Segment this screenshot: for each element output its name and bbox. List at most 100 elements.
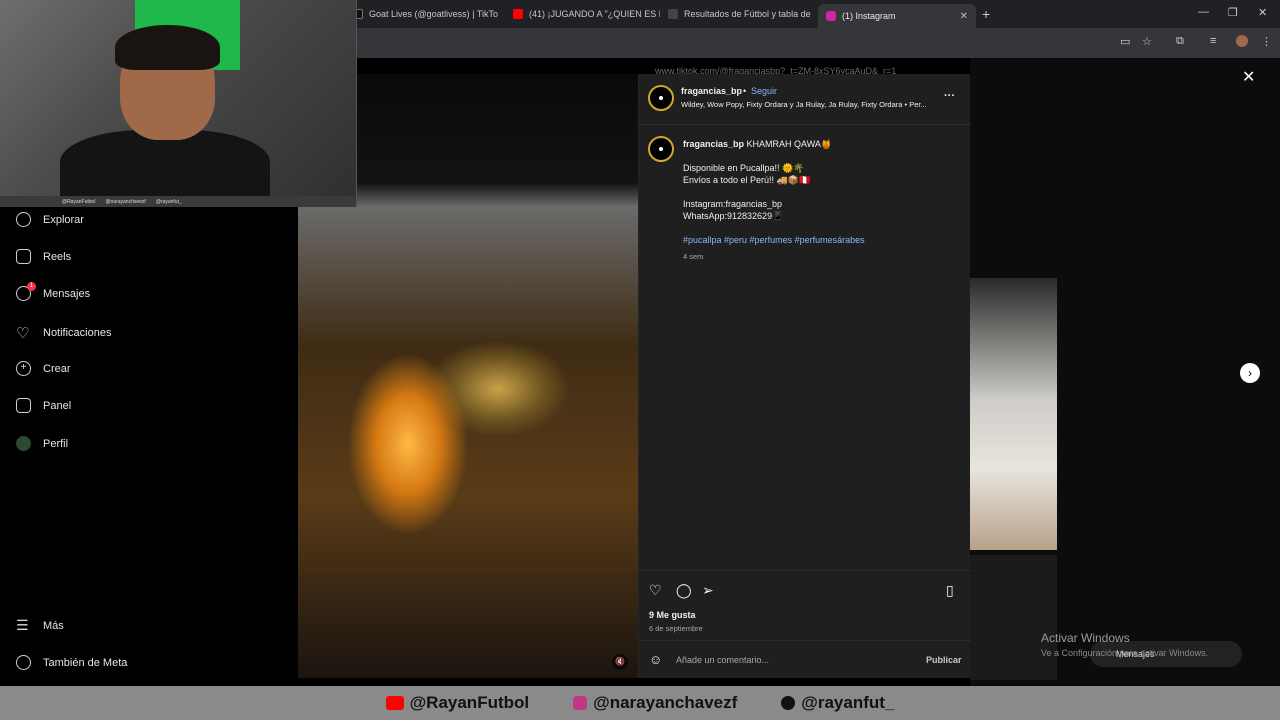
sidebar-item-label: Mensajes xyxy=(43,287,91,300)
extensions-icon[interactable]: ⧉ xyxy=(1176,35,1184,48)
chevron-right-icon[interactable]: › xyxy=(1240,363,1260,383)
tab-title: Resultados de Fútbol y tabla de xyxy=(684,9,811,19)
instagram-icon xyxy=(573,696,588,710)
banner-handle: @RayanFutbol xyxy=(409,693,530,712)
profile-avatar[interactable] xyxy=(1236,35,1248,47)
post-author-username[interactable]: fragancias_bp xyxy=(681,86,742,96)
tab-results[interactable]: Resultados de Fútbol y tabla de ✕ xyxy=(660,4,818,24)
divider xyxy=(639,640,971,641)
caption-age: 4 sem xyxy=(683,252,704,261)
plus-icon: + xyxy=(16,361,31,376)
browser-menu-icon[interactable]: ⋮ xyxy=(1261,35,1272,48)
sidebar-item-panel[interactable]: Panel xyxy=(16,398,71,413)
instagram-icon xyxy=(826,11,836,21)
caption-avatar[interactable] xyxy=(648,136,674,162)
share-icon[interactable]: ➢ xyxy=(702,582,718,598)
sidebar-item-label: Reels xyxy=(43,250,72,263)
sidebar-item-label: Notificaciones xyxy=(43,327,112,339)
separator-dot: • xyxy=(743,86,747,96)
caption-line: Disponible en Pucallpa!! 🌞🌴 xyxy=(683,163,805,173)
compass-icon xyxy=(16,212,31,227)
banner-handle: @rayanfut_ xyxy=(801,693,895,712)
publish-button[interactable]: Publicar xyxy=(926,655,962,665)
windows-activation-title: Activar Windows xyxy=(1041,631,1130,645)
background-thumbnail[interactable] xyxy=(970,555,1057,680)
banner-handle: @narayanchavezf xyxy=(593,693,738,712)
heart-icon: ♡ xyxy=(16,325,30,342)
youtube-icon xyxy=(513,9,523,19)
banner-youtube: @RayanFutbol xyxy=(385,693,530,713)
minimize-button[interactable]: — xyxy=(1198,6,1209,18)
banner-tiktok: @rayanfut_ xyxy=(781,693,894,713)
caption-line: Instagram:fragancias_bp xyxy=(683,199,783,209)
more-options-icon[interactable]: ··· xyxy=(944,90,955,102)
comment-icon[interactable]: ◯ xyxy=(676,582,692,598)
mute-icon[interactable]: 🔇 xyxy=(612,654,628,670)
media-icon[interactable]: ≡ xyxy=(1210,35,1216,47)
profile-icon xyxy=(16,436,31,451)
banner-instagram: @narayanchavezf xyxy=(573,693,737,713)
menu-icon: ☰ xyxy=(16,617,29,633)
sidebar-item-label: Panel xyxy=(43,399,72,412)
save-bookmark-icon[interactable]: ▯ xyxy=(946,582,962,598)
audio-attribution[interactable]: Wildey, Wow Popy, Fixty Ordara y Ja Rula… xyxy=(681,100,927,109)
sidebar-item-label: Más xyxy=(43,619,64,632)
notification-badge: 1 xyxy=(27,282,36,291)
results-icon xyxy=(668,9,678,19)
comment-input[interactable]: Añade un comentario... xyxy=(676,655,769,665)
sidebar-item-notificaciones[interactable]: ♡ Notificaciones xyxy=(16,324,111,342)
emoji-icon[interactable]: ☺ xyxy=(649,652,665,668)
close-icon[interactable]: ✕ xyxy=(1242,67,1255,87)
bookmark-star-icon[interactable]: ☆ xyxy=(1142,35,1152,48)
sidebar-item-explorar[interactable]: Explorar xyxy=(16,212,84,227)
stream-social-banner: @RayanFutbol @narayanchavezf @rayanfut_ xyxy=(0,686,1280,720)
caption-hashtags[interactable]: #pucallpa #peru #perfumes #perfumesárabe… xyxy=(683,235,865,245)
divider xyxy=(639,570,971,571)
dashboard-icon xyxy=(16,398,31,413)
window-close-button[interactable]: ✕ xyxy=(1258,6,1267,19)
sidebar-item-meta[interactable]: También de Meta xyxy=(16,655,127,670)
sidebar-item-crear[interactable]: + Crear xyxy=(16,361,71,376)
sidebar-item-mas[interactable]: ☰ Más xyxy=(16,617,64,634)
tiktok-icon xyxy=(781,696,796,710)
background-thumbnail[interactable] xyxy=(970,278,1057,550)
caption-title: KHAMRAH QAWA🍯 xyxy=(746,139,833,149)
sidebar-item-label: Explorar xyxy=(43,213,84,226)
like-count[interactable]: 9 Me gusta xyxy=(649,610,696,620)
author-avatar[interactable] xyxy=(648,85,674,111)
webcam-tag: @rayanfut_ xyxy=(155,198,182,205)
meta-icon xyxy=(16,655,31,670)
new-tab-button[interactable]: + xyxy=(982,6,990,22)
windows-activation-subtitle: Ve a Configuración para activar Windows. xyxy=(1041,648,1209,658)
divider xyxy=(639,124,971,125)
tab-instagram[interactable]: (1) Instagram ✕ xyxy=(818,4,976,28)
tab-title: (1) Instagram xyxy=(842,11,896,21)
like-heart-icon[interactable]: ♡ xyxy=(649,582,665,598)
webcam-tags: @RayanFutbol @narayanchavezf @rayanfut_ xyxy=(0,196,356,207)
tab-tiktok[interactable]: Goat Lives (@goatlivess) | TikTo ✕ xyxy=(345,4,505,24)
tab-youtube[interactable]: (41) ¡JUGANDO A "¿QUIEN ES E ✕ xyxy=(505,4,660,24)
post-detail-panel: fragancias_bp • Seguir Wildey, Wow Popy,… xyxy=(638,74,971,678)
follow-button[interactable]: Seguir xyxy=(751,86,777,96)
caption-line: WhatsApp:912832629📱 xyxy=(683,211,784,221)
caption-username[interactable]: fragancias_bp xyxy=(683,139,744,149)
caption-line: Envíos a todo el Perú!! 🚚📦🇵🇪 xyxy=(683,175,811,185)
streamer-hair xyxy=(115,25,220,70)
webcam-overlay: @RayanFutbol @narayanchavezf @rayanfut_ xyxy=(0,0,357,207)
close-tab-icon[interactable]: ✕ xyxy=(960,11,968,22)
sidebar-item-perfil[interactable]: Perfil xyxy=(16,436,68,451)
sidebar-item-mensajes[interactable]: 1 Mensajes xyxy=(16,282,91,301)
sidebar-item-label: También de Meta xyxy=(43,656,128,669)
tab-title: Goat Lives (@goatlivess) | TikTo xyxy=(369,9,499,19)
messenger-icon: 1 xyxy=(16,282,36,301)
reels-icon xyxy=(16,249,31,264)
webcam-tag: @RayanFutbol xyxy=(62,198,96,205)
sidebar-item-reels[interactable]: Reels xyxy=(16,249,71,264)
sidebar-item-label: Perfil xyxy=(43,437,69,450)
sidebar-item-label: Crear xyxy=(43,362,71,375)
caption-title-line: fragancias_bp KHAMRAH QAWA🍯 xyxy=(683,139,832,150)
restore-button[interactable]: ❐ xyxy=(1228,6,1238,19)
cast-icon[interactable]: ▭ xyxy=(1120,35,1130,48)
post-date: 6 de septiembre xyxy=(649,624,703,633)
tab-title: (41) ¡JUGANDO A "¿QUIEN ES E xyxy=(529,9,660,19)
